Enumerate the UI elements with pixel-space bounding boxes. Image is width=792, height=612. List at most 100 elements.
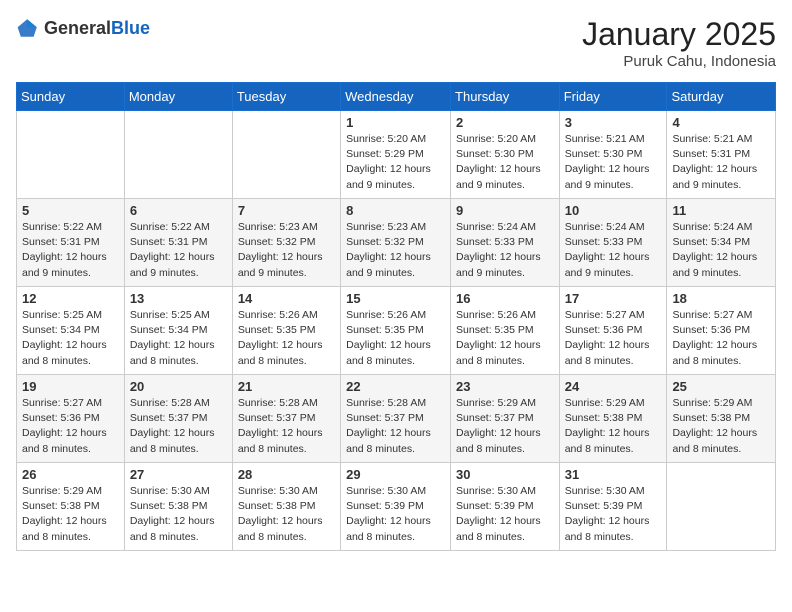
day-info: Sunrise: 5:30 AMSunset: 5:39 PMDaylight:…	[456, 484, 554, 545]
week-row-3: 12 Sunrise: 5:25 AMSunset: 5:34 PMDayligh…	[17, 287, 776, 375]
calendar-cell: 22Sunrise: 5:28 AMSunset: 5:37 PMDayligh…	[341, 375, 451, 463]
calendar-table: SundayMondayTuesdayWednesdayThursdayFrid…	[16, 82, 776, 551]
day-info: Sunrise: 5:29 AMSunset: 5:38 PMDaylight:…	[22, 484, 119, 545]
calendar-cell: 19 Sunrise: 5:27 AMSunset: 5:36 PMDayligh…	[17, 375, 125, 463]
week-row-1: 1 Sunrise: 5:20 AMSunset: 5:29 PMDaylight…	[17, 111, 776, 199]
title-block: January 2025 Puruk Cahu, Indonesia	[582, 16, 776, 70]
day-number: 30	[456, 467, 554, 482]
calendar-cell: 13 Sunrise: 5:25 AMSunset: 5:34 PMDayligh…	[124, 287, 232, 375]
day-number: 3	[565, 115, 662, 130]
day-number: 29	[346, 467, 445, 482]
calendar-cell: 7 Sunrise: 5:23 AMSunset: 5:32 PMDaylight…	[232, 199, 340, 287]
calendar-cell: 12 Sunrise: 5:25 AMSunset: 5:34 PMDayligh…	[17, 287, 125, 375]
day-info: Sunrise: 5:20 AMSunset: 5:30 PMDaylight:…	[456, 132, 554, 193]
day-info: Sunrise: 5:29 AMSunset: 5:38 PMDaylight:…	[672, 396, 770, 457]
day-info: Sunrise: 5:21 AMSunset: 5:31 PMDaylight:…	[672, 132, 770, 193]
day-number: 2	[456, 115, 554, 130]
day-info: Sunrise: 5:30 AMSunset: 5:38 PMDaylight:…	[238, 484, 335, 545]
day-number: 18	[672, 291, 770, 306]
day-info: Sunrise: 5:23 AMSunset: 5:32 PMDaylight:…	[346, 220, 445, 281]
weekday-header-thursday: Thursday	[451, 83, 560, 111]
calendar-cell: 30 Sunrise: 5:30 AMSunset: 5:39 PMDayligh…	[451, 463, 560, 551]
calendar-cell: 1 Sunrise: 5:20 AMSunset: 5:29 PMDaylight…	[341, 111, 451, 199]
day-info: Sunrise: 5:24 AMSunset: 5:33 PMDaylight:…	[565, 220, 662, 281]
calendar-cell: 20 Sunrise: 5:28 AMSunset: 5:37 PMDayligh…	[124, 375, 232, 463]
calendar-cell: 25 Sunrise: 5:29 AMSunset: 5:38 PMDayligh…	[667, 375, 776, 463]
day-info: Sunrise: 5:30 AMSunset: 5:39 PMDaylight:…	[346, 484, 445, 545]
logo-icon	[16, 16, 40, 40]
calendar-cell	[124, 111, 232, 199]
weekday-header-row: SundayMondayTuesdayWednesdayThursdayFrid…	[17, 83, 776, 111]
calendar-cell: 27 Sunrise: 5:30 AMSunset: 5:38 PMDayligh…	[124, 463, 232, 551]
day-number: 20	[130, 379, 227, 394]
day-number: 27	[130, 467, 227, 482]
day-number: 23	[456, 379, 554, 394]
logo-general: General	[44, 18, 111, 38]
calendar-cell	[667, 463, 776, 551]
calendar-cell: 5Sunrise: 5:22 AMSunset: 5:31 PMDaylight…	[17, 199, 125, 287]
day-number: 28	[238, 467, 335, 482]
week-row-4: 19 Sunrise: 5:27 AMSunset: 5:36 PMDayligh…	[17, 375, 776, 463]
day-number: 7	[238, 203, 335, 218]
day-info: Sunrise: 5:30 AMSunset: 5:38 PMDaylight:…	[130, 484, 227, 545]
day-number: 21	[238, 379, 335, 394]
calendar-cell: 29 Sunrise: 5:30 AMSunset: 5:39 PMDayligh…	[341, 463, 451, 551]
calendar-cell: 2 Sunrise: 5:20 AMSunset: 5:30 PMDaylight…	[451, 111, 560, 199]
weekday-header-friday: Friday	[559, 83, 667, 111]
day-info: Sunrise: 5:30 AMSunset: 5:39 PMDaylight:…	[565, 484, 662, 545]
day-info: Sunrise: 5:28 AMSunset: 5:37 PMDaylight:…	[130, 396, 227, 457]
calendar-cell: 11 Sunrise: 5:24 AMSunset: 5:34 PMDayligh…	[667, 199, 776, 287]
calendar-cell: 10 Sunrise: 5:24 AMSunset: 5:33 PMDayligh…	[559, 199, 667, 287]
calendar-cell	[232, 111, 340, 199]
day-number: 10	[565, 203, 662, 218]
calendar-cell: 9 Sunrise: 5:24 AMSunset: 5:33 PMDaylight…	[451, 199, 560, 287]
day-info: Sunrise: 5:25 AMSunset: 5:34 PMDaylight:…	[22, 308, 119, 369]
calendar-cell: 18 Sunrise: 5:27 AMSunset: 5:36 PMDayligh…	[667, 287, 776, 375]
day-number: 22	[346, 379, 445, 394]
day-number: 26	[22, 467, 119, 482]
day-number: 1	[346, 115, 445, 130]
day-number: 25	[672, 379, 770, 394]
day-number: 19	[22, 379, 119, 394]
day-info: Sunrise: 5:27 AMSunset: 5:36 PMDaylight:…	[22, 396, 119, 457]
calendar-cell: 23Sunrise: 5:29 AMSunset: 5:37 PMDayligh…	[451, 375, 560, 463]
day-info: Sunrise: 5:28 AMSunset: 5:37 PMDaylight:…	[238, 396, 335, 457]
location-title: Puruk Cahu, Indonesia	[582, 53, 776, 70]
day-info: Sunrise: 5:29 AMSunset: 5:38 PMDaylight:…	[565, 396, 662, 457]
weekday-header-tuesday: Tuesday	[232, 83, 340, 111]
day-number: 15	[346, 291, 445, 306]
calendar-cell: 15Sunrise: 5:26 AMSunset: 5:35 PMDayligh…	[341, 287, 451, 375]
day-number: 17	[565, 291, 662, 306]
weekday-header-sunday: Sunday	[17, 83, 125, 111]
week-row-2: 5Sunrise: 5:22 AMSunset: 5:31 PMDaylight…	[17, 199, 776, 287]
day-info: Sunrise: 5:23 AMSunset: 5:32 PMDaylight:…	[238, 220, 335, 281]
day-number: 14	[238, 291, 335, 306]
day-number: 9	[456, 203, 554, 218]
day-info: Sunrise: 5:27 AMSunset: 5:36 PMDaylight:…	[672, 308, 770, 369]
day-info: Sunrise: 5:24 AMSunset: 5:33 PMDaylight:…	[456, 220, 554, 281]
day-number: 12	[22, 291, 119, 306]
day-info: Sunrise: 5:25 AMSunset: 5:34 PMDaylight:…	[130, 308, 227, 369]
calendar-cell: 14 Sunrise: 5:26 AMSunset: 5:35 PMDayligh…	[232, 287, 340, 375]
day-number: 5	[22, 203, 119, 218]
day-number: 11	[672, 203, 770, 218]
month-title: January 2025	[582, 16, 776, 53]
calendar-cell: 8 Sunrise: 5:23 AMSunset: 5:32 PMDaylight…	[341, 199, 451, 287]
day-number: 6	[130, 203, 227, 218]
page-header: GeneralBlue January 2025 Puruk Cahu, Ind…	[16, 16, 776, 70]
calendar-cell: 28 Sunrise: 5:30 AMSunset: 5:38 PMDayligh…	[232, 463, 340, 551]
day-info: Sunrise: 5:27 AMSunset: 5:36 PMDaylight:…	[565, 308, 662, 369]
calendar-cell: 21 Sunrise: 5:28 AMSunset: 5:37 PMDayligh…	[232, 375, 340, 463]
day-number: 8	[346, 203, 445, 218]
calendar-cell: 24Sunrise: 5:29 AMSunset: 5:38 PMDayligh…	[559, 375, 667, 463]
day-number: 13	[130, 291, 227, 306]
day-number: 16	[456, 291, 554, 306]
calendar-cell: 3Sunrise: 5:21 AMSunset: 5:30 PMDaylight…	[559, 111, 667, 199]
day-number: 31	[565, 467, 662, 482]
day-info: Sunrise: 5:26 AMSunset: 5:35 PMDaylight:…	[238, 308, 335, 369]
calendar-cell: 31 Sunrise: 5:30 AMSunset: 5:39 PMDayligh…	[559, 463, 667, 551]
day-info: Sunrise: 5:20 AMSunset: 5:29 PMDaylight:…	[346, 132, 445, 193]
week-row-5: 26 Sunrise: 5:29 AMSunset: 5:38 PMDayligh…	[17, 463, 776, 551]
day-info: Sunrise: 5:24 AMSunset: 5:34 PMDaylight:…	[672, 220, 770, 281]
day-number: 4	[672, 115, 770, 130]
